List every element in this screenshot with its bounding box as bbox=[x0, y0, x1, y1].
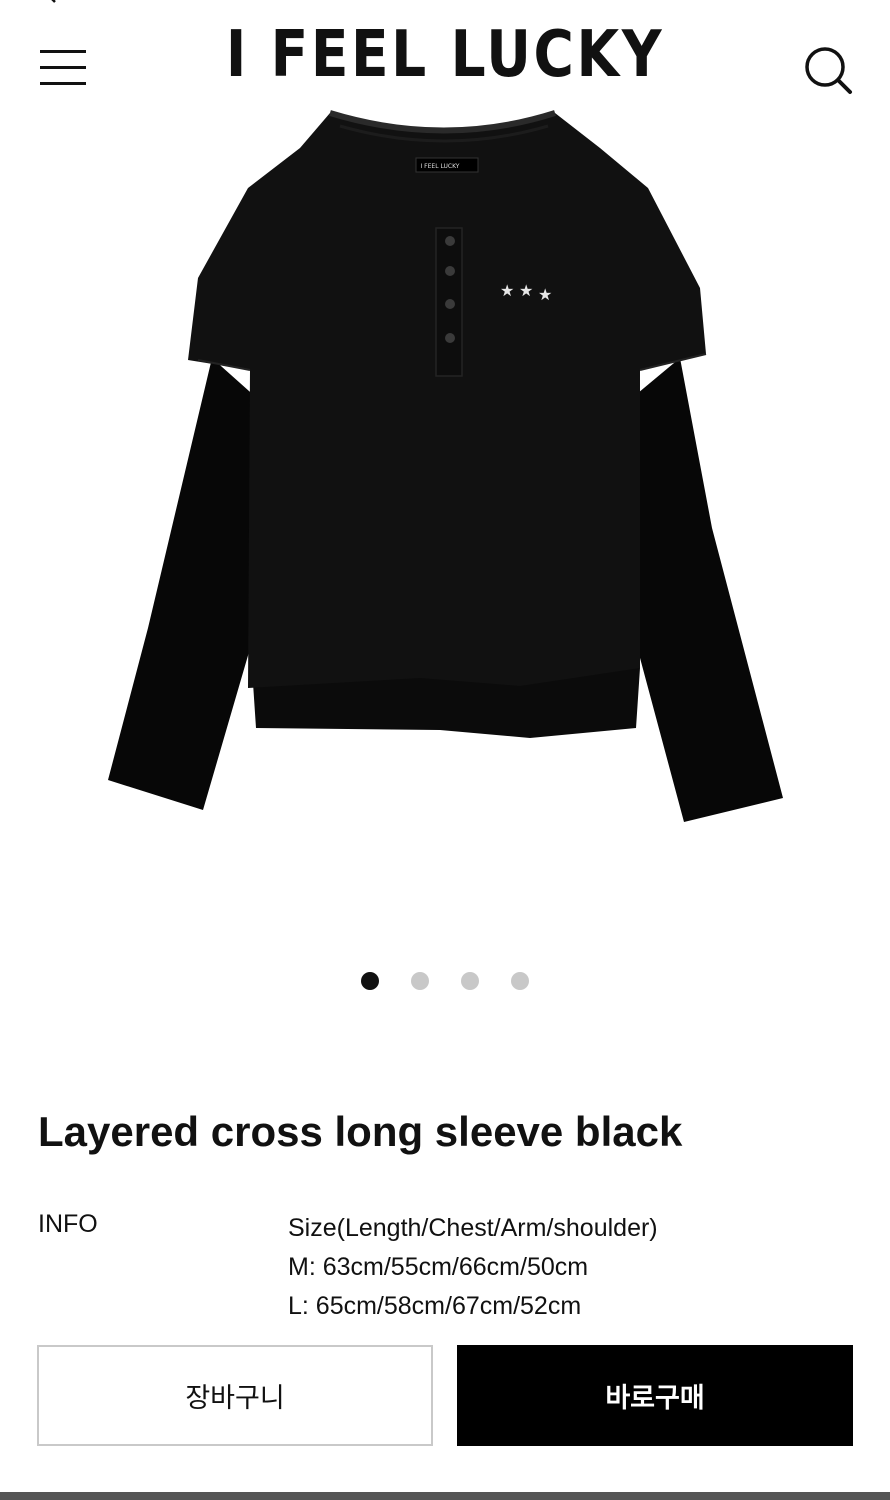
top-header: I FEEL LUCKY bbox=[0, 0, 890, 110]
svg-text:★: ★ bbox=[500, 281, 514, 300]
brand-logo[interactable]: I FEEL LUCKY bbox=[62, 18, 827, 92]
svg-text:★: ★ bbox=[538, 285, 552, 304]
neck-label-text: I FEEL LUCKY bbox=[421, 163, 460, 170]
buy-now-button[interactable]: 바로구매 bbox=[457, 1345, 853, 1446]
carousel-dot-2[interactable] bbox=[411, 972, 429, 990]
carousel-dot-1[interactable] bbox=[361, 972, 379, 990]
product-image[interactable]: I FEEL LUCKY ★ ★ ★ bbox=[0, 108, 890, 838]
carousel-dot-4[interactable] bbox=[511, 972, 529, 990]
add-to-cart-button[interactable]: 장바구니 bbox=[37, 1345, 433, 1446]
svg-text:★: ★ bbox=[519, 281, 533, 300]
size-info-header: Size(Length/Chest/Arm/shoulder) bbox=[288, 1214, 658, 1242]
size-info-m: M: 63cm/55cm/66cm/50cm bbox=[288, 1253, 589, 1281]
info-label: INFO bbox=[38, 1210, 98, 1238]
product-title: Layered cross long sleeve black bbox=[38, 1108, 683, 1155]
carousel-dot-3[interactable] bbox=[461, 972, 479, 990]
image-carousel-indicator bbox=[0, 970, 890, 992]
size-info: Size(Length/Chest/Arm/shoulder) M: 63cm/… bbox=[288, 1210, 658, 1327]
bottom-bar bbox=[0, 1492, 890, 1500]
search-icon[interactable] bbox=[800, 42, 854, 96]
size-info-l: L: 65cm/58cm/67cm/52cm bbox=[288, 1292, 582, 1320]
